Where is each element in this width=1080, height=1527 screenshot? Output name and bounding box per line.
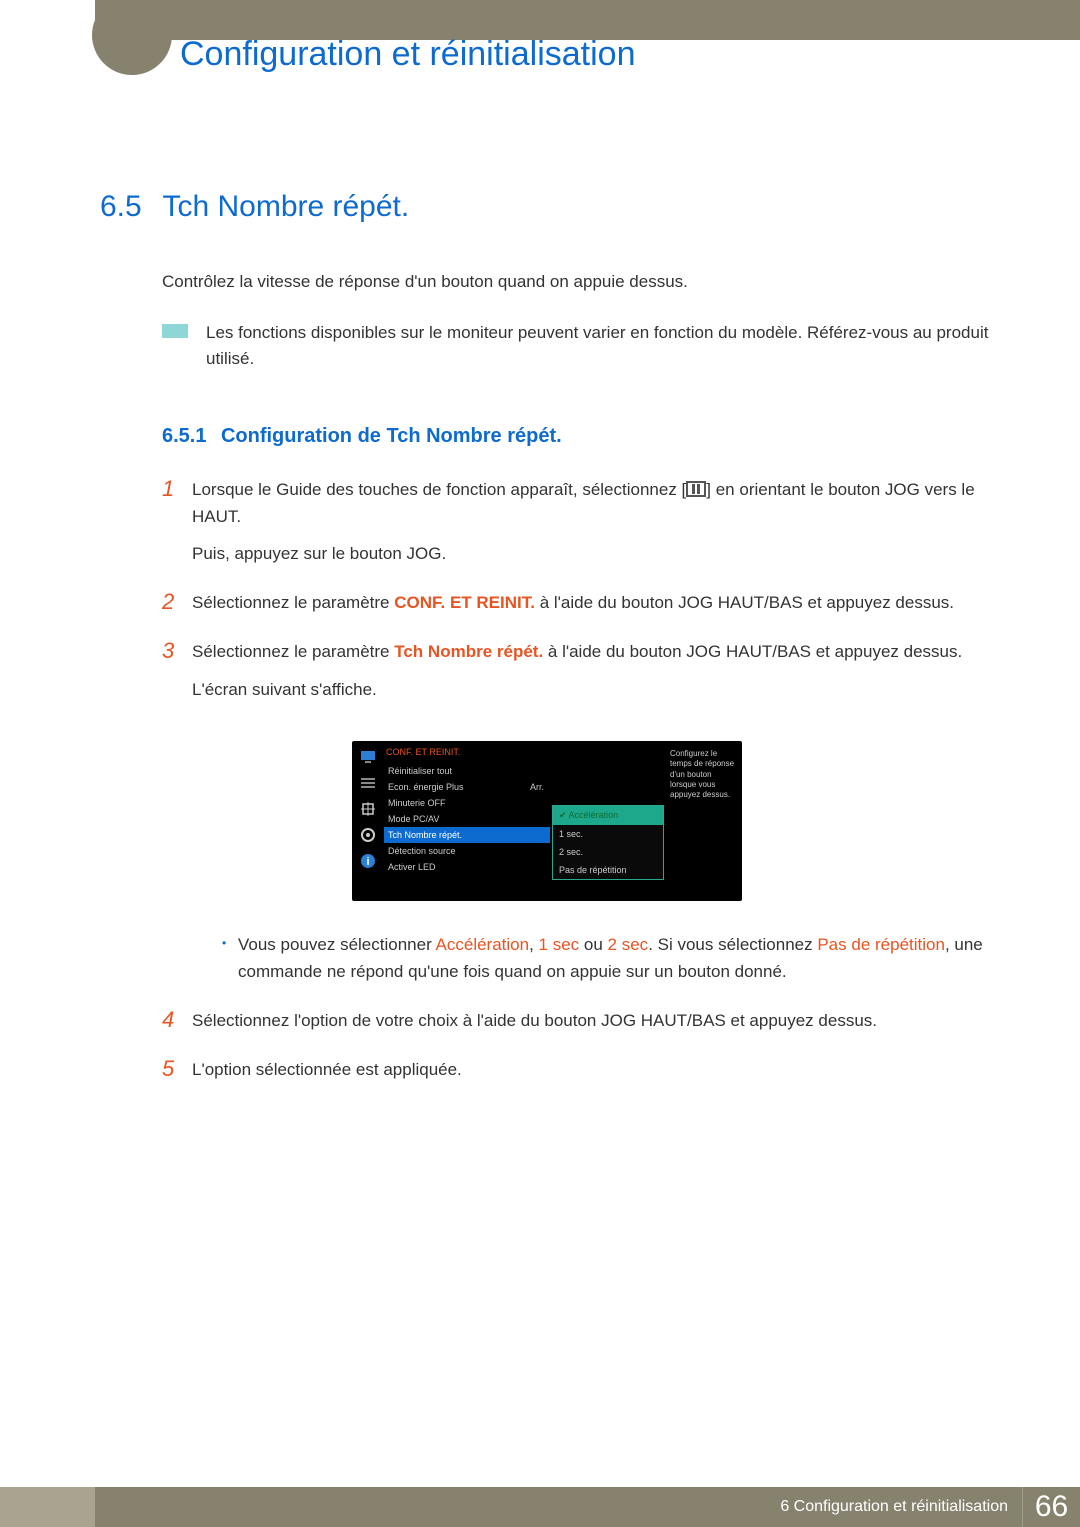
- step-number: 5: [162, 1056, 192, 1082]
- step-text: Lorsque le Guide des touches de fonction…: [192, 480, 686, 499]
- note-block: Les fonctions disponibles sur le moniteu…: [162, 320, 1020, 373]
- resize-icon: [360, 801, 376, 817]
- step-number: 4: [162, 1007, 192, 1033]
- step-body: Sélectionnez le paramètre CONF. ET REINI…: [192, 589, 954, 626]
- osd-item-value: Arr.: [530, 782, 544, 792]
- page-footer: 6 Configuration et réinitialisation 66: [0, 1487, 1080, 1527]
- section-number: 6.5: [100, 190, 158, 224]
- subsection-title: Configuration de Tch Nombre répét.: [221, 425, 562, 447]
- step-text: L'option sélectionnée est appliquée.: [192, 1056, 462, 1083]
- step-body: Lorsque le Guide des touches de fonction…: [192, 476, 1020, 578]
- bullet-text: Vous pouvez sélectionner Accélération, 1…: [238, 931, 1020, 995]
- top-bar-gutter: [0, 0, 95, 40]
- step-text: L'écran suivant s'affiche.: [192, 676, 962, 703]
- step-4: 4 Sélectionnez l'option de votre choix à…: [162, 1007, 1020, 1044]
- step-text: à l'aide du bouton JOG HAUT/BAS et appuy…: [543, 642, 962, 661]
- step-1: 1 Lorsque le Guide des touches de foncti…: [162, 476, 1020, 578]
- intro-paragraph: Contrôlez la vitesse de réponse d'un bou…: [162, 272, 1020, 292]
- osd-item: Réinitialiser tout: [384, 763, 550, 779]
- osd-item: Mode PC/AV: [384, 811, 550, 827]
- bullet-icon: •: [222, 936, 238, 995]
- bullet-row: • Vous pouvez sélectionner Accélération,…: [222, 931, 1020, 995]
- step-number: 2: [162, 589, 192, 615]
- section-heading: 6.5 Tch Nombre répét.: [100, 190, 1020, 224]
- step-text: à l'aide du bouton JOG HAUT/BAS et appuy…: [535, 593, 954, 612]
- step-list: 1 Lorsque le Guide des touches de foncti…: [162, 476, 1020, 1094]
- page-header-title: Configuration et réinitialisation: [180, 35, 635, 74]
- osd-title: CONF. ET REINIT.: [386, 747, 550, 757]
- osd-item: Minuterie OFF: [384, 795, 550, 811]
- step-text: Sélectionnez le paramètre: [192, 642, 394, 661]
- osd-submenu: Accélération 1 sec. 2 sec. Pas de répéti…: [552, 805, 664, 880]
- osd-icon-column: i: [352, 741, 384, 901]
- step-body: Sélectionnez le paramètre Tch Nombre rép…: [192, 638, 962, 712]
- step-2: 2 Sélectionnez le paramètre CONF. ET REI…: [162, 589, 1020, 626]
- step-text: Sélectionnez l'option de votre choix à l…: [192, 1007, 877, 1034]
- highlight: CONF. ET REINIT.: [394, 593, 535, 612]
- highlight: Accélération: [436, 935, 530, 954]
- step-text: Sélectionnez le paramètre: [192, 593, 394, 612]
- step-number: 1: [162, 476, 192, 502]
- step-body: Sélectionnez l'option de votre choix à l…: [192, 1007, 877, 1044]
- osd-item-active: Tch Nombre répét.: [384, 827, 550, 843]
- step-3: 3 Sélectionnez le paramètre Tch Nombre r…: [162, 638, 1020, 712]
- page-content: 6.5 Tch Nombre répét. Contrôlez la vites…: [100, 190, 1020, 1106]
- text: ,: [529, 935, 538, 954]
- osd-submenu-item: Pas de répétition: [553, 861, 663, 879]
- note-icon: [162, 324, 188, 338]
- step-body: L'option sélectionnée est appliquée.: [192, 1056, 462, 1093]
- osd-item: Détection source: [384, 843, 550, 859]
- footer-page-number: 66: [1022, 1487, 1080, 1527]
- osd-help-text: Configurez le temps de réponse d'un bout…: [664, 741, 742, 901]
- step-3-bullet: • Vous pouvez sélectionner Accélération,…: [192, 927, 1020, 995]
- monitor-icon: [360, 749, 376, 765]
- osd-submenu-item-selected: Accélération: [553, 806, 663, 825]
- text: Vous pouvez sélectionner: [238, 935, 436, 954]
- step-number: 3: [162, 638, 192, 664]
- highlight: Tch Nombre répét.: [394, 642, 543, 661]
- osd-item: Econ. énergie Plus Arr.: [384, 779, 550, 795]
- svg-text:i: i: [366, 856, 369, 868]
- section-title: Tch Nombre répét.: [162, 190, 409, 224]
- subsection-number: 6.5.1: [162, 425, 206, 447]
- chapter-circle: [92, 0, 172, 75]
- osd: i CONF. ET REINIT. Réinitialiser tout Ec…: [352, 741, 742, 901]
- subsection-heading: 6.5.1 Configuration de Tch Nombre répét.: [162, 425, 1020, 448]
- menu-icon: [686, 481, 706, 497]
- gear-icon: [360, 827, 376, 843]
- osd-main-column: CONF. ET REINIT. Réinitialiser tout Econ…: [384, 741, 554, 901]
- step-5: 5 L'option sélectionnée est appliquée.: [162, 1056, 1020, 1093]
- osd-item: Activer LED: [384, 859, 550, 875]
- text: ou: [579, 935, 607, 954]
- info-icon: i: [360, 853, 376, 869]
- footer-chapter: 6 Configuration et réinitialisation: [95, 1487, 1022, 1527]
- osd-item-label: Econ. énergie Plus: [388, 782, 464, 792]
- highlight: 2 sec: [608, 935, 649, 954]
- osd-screenshot: i CONF. ET REINIT. Réinitialiser tout Ec…: [352, 741, 1020, 901]
- note-text: Les fonctions disponibles sur le moniteu…: [206, 320, 1020, 373]
- list-icon: [360, 775, 376, 791]
- step-text: Puis, appuyez sur le bouton JOG.: [192, 540, 1020, 567]
- footer-gutter: [0, 1487, 95, 1527]
- highlight: Pas de répétition: [817, 935, 945, 954]
- osd-submenu-item: 2 sec.: [553, 843, 663, 861]
- osd-submenu-column: Accélération 1 sec. 2 sec. Pas de répéti…: [554, 741, 664, 901]
- osd-submenu-item: 1 sec.: [553, 825, 663, 843]
- text: . Si vous sélectionnez: [648, 935, 817, 954]
- highlight: 1 sec: [539, 935, 580, 954]
